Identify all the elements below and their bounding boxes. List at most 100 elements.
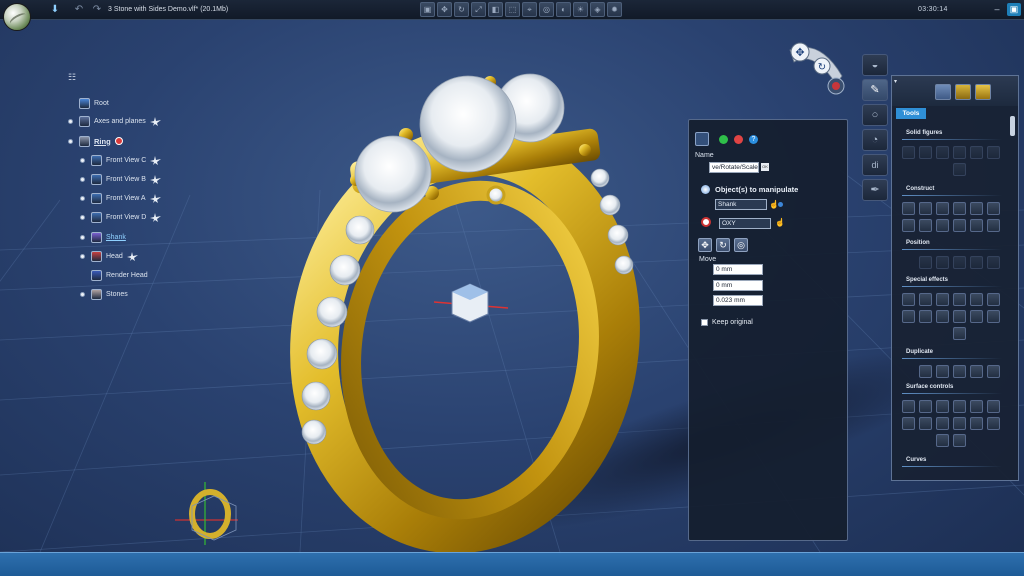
expand-bullet-icon[interactable]: [80, 157, 85, 163]
menu-icon[interactable]: ☷: [68, 72, 78, 82]
material-tool-icon[interactable]: ◈: [590, 2, 605, 17]
tool-button-icon[interactable]: [902, 400, 915, 413]
pen-mode-icon[interactable]: ✒: [862, 179, 888, 201]
move-x-field[interactable]: 0 mm: [713, 264, 763, 275]
save-icon[interactable]: ⬇: [48, 3, 62, 17]
tool-button-icon[interactable]: [953, 256, 966, 269]
plane-field[interactable]: OXY: [719, 218, 771, 229]
visibility-star-icon[interactable]: [149, 116, 161, 126]
tool-button-icon[interactable]: [953, 293, 966, 306]
globe-mode-icon[interactable]: ◒: [862, 54, 888, 76]
tool-button-icon[interactable]: [953, 310, 966, 323]
tool-button-icon[interactable]: [953, 417, 966, 430]
tree-item-front-view-b[interactable]: Front View B: [80, 172, 161, 186]
tool-button-icon[interactable]: [919, 219, 932, 232]
tree-item-stones[interactable]: Stones: [80, 287, 128, 301]
expand-bullet-icon[interactable]: [80, 234, 85, 240]
tool-button-icon[interactable]: [902, 310, 915, 323]
tool-button-icon[interactable]: [919, 310, 932, 323]
tool-button-icon[interactable]: [953, 202, 966, 215]
move-z-field[interactable]: 0.023 mm: [713, 295, 763, 306]
tree-item-shank[interactable]: Shank: [80, 230, 126, 244]
app-logo[interactable]: [3, 3, 31, 31]
tool-button-icon[interactable]: [919, 417, 932, 430]
tools-scrollbar[interactable]: [1010, 116, 1015, 136]
tool-button-icon[interactable]: [919, 256, 932, 269]
tree-item-root[interactable]: Root: [68, 96, 109, 110]
keep-original-checkbox[interactable]: [701, 319, 708, 326]
pick-object-dot-icon[interactable]: [778, 202, 783, 207]
redo-icon[interactable]: ↷: [90, 3, 104, 17]
tool-button-icon[interactable]: [970, 400, 983, 413]
expand-bullet-icon[interactable]: [68, 138, 73, 144]
tree-item-front-view-c[interactable]: Front View C: [80, 153, 162, 167]
tree-item-head[interactable]: Head: [80, 249, 138, 263]
tool-button-icon[interactable]: [936, 202, 949, 215]
tool-button-icon[interactable]: [970, 365, 983, 378]
tool-button-icon[interactable]: [936, 293, 949, 306]
help-icon[interactable]: ?: [749, 134, 758, 144]
group-tool-icon[interactable]: ⬚: [505, 2, 520, 17]
tool-button-icon[interactable]: [987, 256, 1000, 269]
tool-button-icon[interactable]: [987, 202, 1000, 215]
tool-button-icon[interactable]: [953, 327, 966, 340]
expand-bullet-icon[interactable]: [80, 214, 85, 220]
tool-button-icon[interactable]: [936, 256, 949, 269]
light-tool-icon[interactable]: ✹: [607, 2, 622, 17]
hide-tool-icon[interactable]: ◐: [556, 2, 571, 17]
expand-bullet-icon[interactable]: [80, 176, 85, 182]
tool-button-icon[interactable]: [970, 256, 983, 269]
jewelry-tools-icon[interactable]: [935, 84, 951, 100]
expand-bullet-icon[interactable]: [80, 253, 85, 259]
tool-button-icon[interactable]: [919, 202, 932, 215]
tool-button-icon[interactable]: [919, 365, 932, 378]
object-field[interactable]: Shank: [715, 199, 767, 210]
tool-button-icon[interactable]: [970, 310, 983, 323]
expand-bullet-icon[interactable]: [80, 195, 85, 201]
undo-icon[interactable]: ↶: [72, 3, 86, 17]
cancel-icon[interactable]: [734, 134, 743, 144]
rotate-tool-icon[interactable]: ↻: [454, 2, 469, 17]
tool-button-icon[interactable]: [902, 146, 915, 159]
tool-button-icon[interactable]: [970, 417, 983, 430]
tool-button-icon[interactable]: [953, 400, 966, 413]
tool-button-icon[interactable]: [987, 146, 1000, 159]
tool-button-icon[interactable]: [902, 293, 915, 306]
pick-plane-icon[interactable]: ☝: [775, 218, 785, 227]
tool-button-icon[interactable]: [902, 219, 915, 232]
edit-mode-icon[interactable]: ✎: [862, 79, 888, 101]
scale-mode-button[interactable]: ◎: [734, 238, 748, 252]
tool-button-icon[interactable]: [902, 202, 915, 215]
tool-button-icon[interactable]: [953, 146, 966, 159]
tool-button-icon[interactable]: [987, 365, 1000, 378]
tool-button-icon[interactable]: [953, 365, 966, 378]
tool-button-icon[interactable]: [919, 146, 932, 159]
ok-icon[interactable]: [719, 134, 728, 144]
material-icon[interactable]: [114, 137, 123, 145]
tool-button-icon[interactable]: [953, 163, 966, 176]
tool-button-icon[interactable]: [936, 310, 949, 323]
tool-button-icon[interactable]: [936, 434, 949, 447]
view-rotation-widget[interactable]: ✥ ↻: [786, 40, 852, 98]
expand-bullet-icon[interactable]: [80, 291, 85, 297]
snap-tool-icon[interactable]: ◎: [539, 2, 554, 17]
tool-button-icon[interactable]: [970, 219, 983, 232]
move-y-field[interactable]: 0 mm: [713, 280, 763, 291]
shape-mode-icon[interactable]: ◔: [862, 129, 888, 151]
select-tool-icon[interactable]: ▣: [420, 2, 435, 17]
name-ok-badge[interactable]: OK: [761, 163, 769, 171]
render-tool-icon[interactable]: ☀: [573, 2, 588, 17]
tool-button-icon[interactable]: [936, 219, 949, 232]
mirror-tool-icon[interactable]: ◧: [488, 2, 503, 17]
tool-button-icon[interactable]: [970, 202, 983, 215]
tab-tools[interactable]: Tools: [896, 108, 926, 119]
tool-button-icon[interactable]: [987, 219, 1000, 232]
scale-tool-icon[interactable]: ⤢: [471, 2, 486, 17]
tool-button-icon[interactable]: [953, 434, 966, 447]
tool-button-icon[interactable]: [970, 293, 983, 306]
tool-button-icon[interactable]: [919, 400, 932, 413]
tool-button-icon[interactable]: [987, 400, 1000, 413]
di-mode-icon[interactable]: di: [862, 154, 888, 176]
visibility-star-icon[interactable]: [150, 212, 162, 222]
tool-button-icon[interactable]: [936, 400, 949, 413]
